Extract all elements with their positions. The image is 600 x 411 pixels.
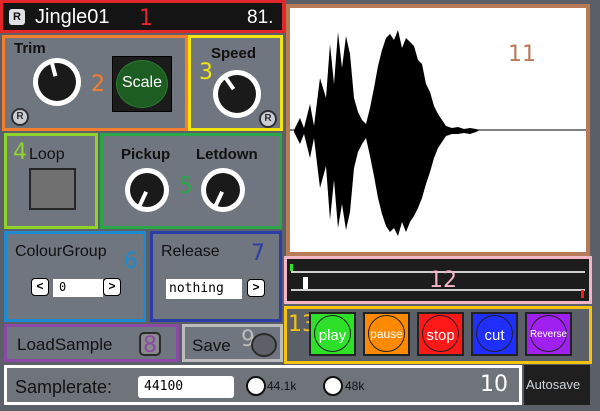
release-label: Release [161, 243, 220, 260]
region-number-12: 12 [429, 268, 457, 293]
pause-button[interactable]: pause [363, 312, 410, 356]
samplerate-input-text: 44100 [144, 379, 184, 394]
speed-panel: Speed 3 R [188, 35, 283, 131]
region-number-7: 7 [251, 241, 265, 266]
save-button[interactable] [251, 333, 277, 357]
load-sample-label: LoadSample [17, 335, 113, 354]
save-label: Save [192, 336, 231, 355]
loop-label: Loop [29, 146, 65, 163]
samplerate-44k-label: 44.1k [267, 379, 297, 393]
release-panel: Release 7 nothing > [150, 231, 282, 322]
colour-group-prev-button[interactable]: < [31, 278, 49, 296]
trim-label: Trim [14, 40, 46, 57]
load-sample-panel[interactable]: LoadSample 8 [4, 324, 179, 362]
waveform-display[interactable]: 11 [286, 4, 590, 256]
reverse-button[interactable]: Reverse [525, 312, 572, 356]
loop-panel: 4 Loop [4, 133, 98, 229]
timeline-start-marker[interactable] [290, 264, 293, 271]
trim-reset-button[interactable]: R [11, 108, 29, 126]
play-button[interactable]: play [309, 312, 356, 356]
colour-group-panel: ColourGroup 6 < 0 > [4, 231, 146, 322]
samplerate-48k-radio[interactable] [323, 376, 343, 396]
autosave-button[interactable]: Autosave [524, 365, 590, 405]
header-value: 81. [247, 7, 274, 28]
loop-toggle[interactable] [29, 168, 76, 210]
pickup-letdown-panel: Pickup Letdown 5 [100, 133, 282, 229]
region-number-4: 4 [13, 140, 27, 165]
speed-reset-button[interactable]: R [259, 110, 277, 128]
cut-label: cut [484, 327, 505, 344]
samplerate-48k-label: 48k [345, 379, 365, 393]
pause-label: pause [370, 327, 403, 341]
stop-button[interactable]: stop [417, 312, 464, 356]
stop-label: stop [426, 327, 455, 344]
cut-button[interactable]: cut [471, 312, 518, 356]
release-value-text: nothing [169, 281, 224, 296]
region-number-2: 2 [91, 72, 105, 97]
header-bar: R Jingle01 1 81. [0, 0, 285, 33]
timeline-end-marker[interactable] [581, 290, 584, 298]
colour-group-next-button[interactable]: > [103, 278, 121, 296]
timeline-playhead[interactable] [303, 277, 308, 289]
region-number-5: 5 [179, 174, 193, 199]
release-next-button[interactable]: > [247, 279, 265, 297]
autosave-label: Autosave [526, 377, 581, 392]
pickup-knob[interactable] [123, 166, 171, 214]
samplerate-44k-radio[interactable] [246, 376, 266, 396]
region-number-1: 1 [139, 6, 153, 31]
sample-title: Jingle01 [35, 6, 110, 28]
r-badge[interactable]: R [9, 9, 25, 25]
waveform [290, 30, 586, 236]
reverse-label: Reverse [529, 329, 568, 340]
colour-group-label: ColourGroup [15, 243, 107, 260]
pickup-label: Pickup [121, 146, 171, 163]
colour-group-value-text: 0 [59, 280, 67, 294]
letdown-label: Letdown [196, 146, 258, 163]
scale-label: Scale [121, 74, 163, 91]
samplerate-label: Samplerate: [15, 377, 113, 397]
play-label: play [318, 327, 347, 344]
samplerate-input[interactable]: 44100 [138, 376, 234, 398]
region-number-11: 11 [508, 42, 536, 67]
speed-label: Speed [211, 45, 257, 62]
save-panel[interactable]: Save 9 [182, 324, 283, 362]
speed-knob[interactable] [211, 68, 263, 120]
region-number-6: 6 [124, 249, 138, 274]
letdown-knob[interactable] [199, 166, 247, 214]
region-number-8: 8 [143, 333, 157, 358]
samplerate-bar: Samplerate: 44100 44.1k 48k 10 [4, 365, 522, 405]
trim-knob[interactable] [31, 56, 83, 108]
trim-panel: Trim 2 Scale R [2, 35, 188, 131]
colour-group-value[interactable]: 0 [53, 279, 103, 297]
region-number-10: 10 [480, 372, 508, 397]
release-value[interactable]: nothing [166, 279, 242, 299]
timeline-panel: 12 [284, 256, 592, 304]
scale-button[interactable]: Scale [112, 56, 172, 112]
